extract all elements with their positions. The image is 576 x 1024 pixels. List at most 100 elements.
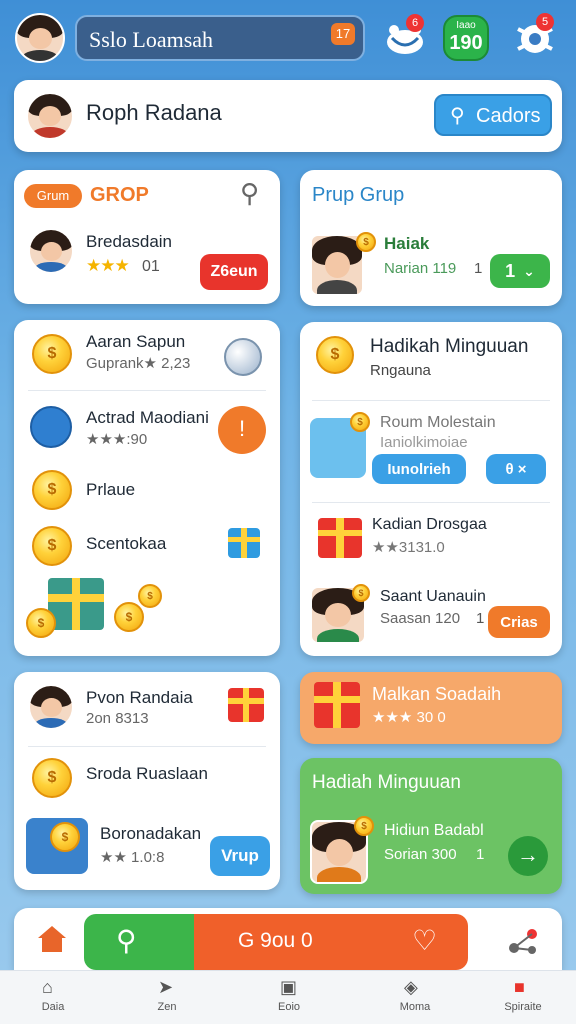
list-item-1-sub: ★★★:90 [86,431,148,448]
gift-icon [318,518,362,558]
search-icon: ⚲ [450,105,465,127]
list2-item2[interactable]: Sroda Ruaslaan [86,764,208,784]
group-tag[interactable]: Grum [24,184,82,208]
reward-sub: Ianiolkimoiae [380,434,468,451]
group-title: GROP [90,184,149,206]
weekly-item3-sub: Saasan 120 [380,610,461,627]
list2-item3-name[interactable]: Boronadakan [100,824,201,844]
group-right-user-sub: Narian 119 [384,260,457,277]
shield-icon [30,406,72,448]
notification-icon[interactable]: 6 [384,14,426,56]
coin-icon: $ [32,758,72,798]
nav-item-1[interactable]: ➤ Zen [132,971,202,1024]
action-main-button[interactable]: G 9ou 0 ♡ [194,914,468,970]
settings-gear-icon[interactable]: 5 [512,13,558,59]
list-card-left: $ Aaran Sapun Guprank★ 2,23 Actrad Maodi… [14,320,280,656]
group-red-button[interactable]: Z6eun [200,254,268,290]
nav-item-0[interactable]: ⌂ Daia [18,971,88,1024]
orange-banner-title: Malkan Soadaih [372,684,502,704]
weekly-item3-button[interactable]: Crias [488,606,550,638]
score-badge[interactable]: Iaao 190 [443,15,489,61]
list-item-3-name[interactable]: Scentokaa [86,534,166,554]
list2-user-name[interactable]: Pvon Randaia [86,688,193,708]
search-icon[interactable]: ⚲ [240,178,259,209]
group-right-user-num: 1 [474,260,483,277]
share-icon[interactable] [508,926,538,956]
profile-search-button[interactable]: ⚲ Cadors [434,94,552,136]
action-bar: ⚲ G 9ou 0 ♡ [14,908,562,970]
group-user-stars: ★★★ [86,256,130,275]
list-item-1-name[interactable]: Actrad Maodiani [86,408,209,428]
orange-banner-sub: ★★★ 30 0 [372,709,446,726]
coin-icon: $ [32,470,72,510]
gift-icon [314,682,360,728]
bag-icon: ▣ [280,977,298,997]
nav-item-4[interactable]: ■ Spiraite [488,971,558,1024]
green-card-item-sub: Sorian 300 [384,846,457,863]
weekly-subtitle: Rngauna [370,362,431,379]
group-user-score: 01 [142,258,160,275]
nav-label-2: Eoio [277,1001,301,1013]
bottom-nav: ⌂ Daia ➤ Zen ▣ Eoio ◈ Moma ■ Spiraite [0,970,576,1024]
list2-item3-button[interactable]: Vrup [210,836,270,876]
heart-icon[interactable]: ♡ [412,924,437,957]
list-item-0-name[interactable]: Aaran Sapun [86,332,185,352]
settings-badge: 5 [536,13,554,31]
home-icon: ⌂ [42,977,53,997]
weekly-item2-sub: ★★3131.0 [372,539,445,556]
coin-icon: $ [352,584,370,602]
header-avatar[interactable] [15,13,65,63]
weekly-card: $ Hadikah Minguuan Rngauna $ Roum Molest… [300,322,562,656]
coin-icon: $ [356,232,376,252]
profile-name: Roph Radana [86,100,222,125]
treasure-chest-icon [48,578,104,630]
weekly-item2-name: Kadian Drosgaa [372,516,487,533]
globe-icon [224,338,262,376]
group-user-avatar [28,228,74,274]
profile-avatar [26,92,74,140]
action-main-text: G 9ou 0 [238,929,313,952]
group-right-select-value: 1 [505,260,516,281]
list2-user-sub: 2on 8313 [86,710,149,727]
group-card-left: Grum GROP ⚲ Bredasdain ★★★ 01 Z6eun [14,170,280,304]
gift-icon [228,528,260,558]
coin-icon: $ [138,584,162,608]
chevron-down-icon: ⌄ [523,262,535,279]
score-value: 190 [449,32,483,54]
coin-burst-icon: $ [316,336,354,374]
coin-icon: $ [26,608,56,638]
action-search-button[interactable]: ⚲ [84,914,194,970]
green-weekly-card: Hadiah Minguuan $ Hidiun Badabl Sorian 3… [300,758,562,894]
orange-banner[interactable]: Malkan Soadaih ★★★ 30 0 [300,672,562,744]
orange-action-button[interactable]: ! [218,406,266,454]
reward-claim-button[interactable]: Iunolrieh [372,454,466,484]
profile-button-label: Cadors [476,105,541,127]
list-item-0-sub: Guprank★ 2,23 [86,355,191,372]
reward-toggle-button[interactable]: θ × [486,454,546,484]
arrow-icon: ➤ [158,977,174,997]
nav-item-2[interactable]: ▣ Eoio [254,971,324,1024]
header-search-bar[interactable]: Sslo Loamsah 17 [75,15,365,61]
gift-icon [228,688,264,722]
coin-icon: $ [350,412,370,432]
score-label: Iaao [456,20,476,31]
nav-label-3: Moma [399,1001,431,1013]
nav-label-0: Daia [41,1001,65,1013]
header-search-text: Sslo Loamsah [89,27,214,52]
list-item-2-name[interactable]: Prlaue [86,480,135,500]
group-right-user-name: Haiak [384,234,430,253]
list-card-left-2: Pvon Randaia 2on 8313 $ Sroda Ruaslaan $… [14,672,280,890]
weekly-item3-num: 1 [476,610,485,627]
header-search-badge: 17 [331,23,355,45]
coin-icon: $ [114,602,144,632]
group-right-select[interactable]: 1 ⌄ [490,254,550,288]
coin-icon: $ [32,526,72,566]
nav-item-3[interactable]: ◈ Moma [380,971,450,1024]
list2-user-avatar [28,684,74,730]
nav-label-4: Spiraite [504,1001,542,1013]
arrow-right-button[interactable]: → [508,836,548,876]
profile-card: Roph Radana ⚲ Cadors [14,80,562,152]
home-icon[interactable] [36,924,68,954]
weekly-item3-name: Saant Uanauin [380,588,486,605]
notification-badge: 6 [406,14,424,32]
